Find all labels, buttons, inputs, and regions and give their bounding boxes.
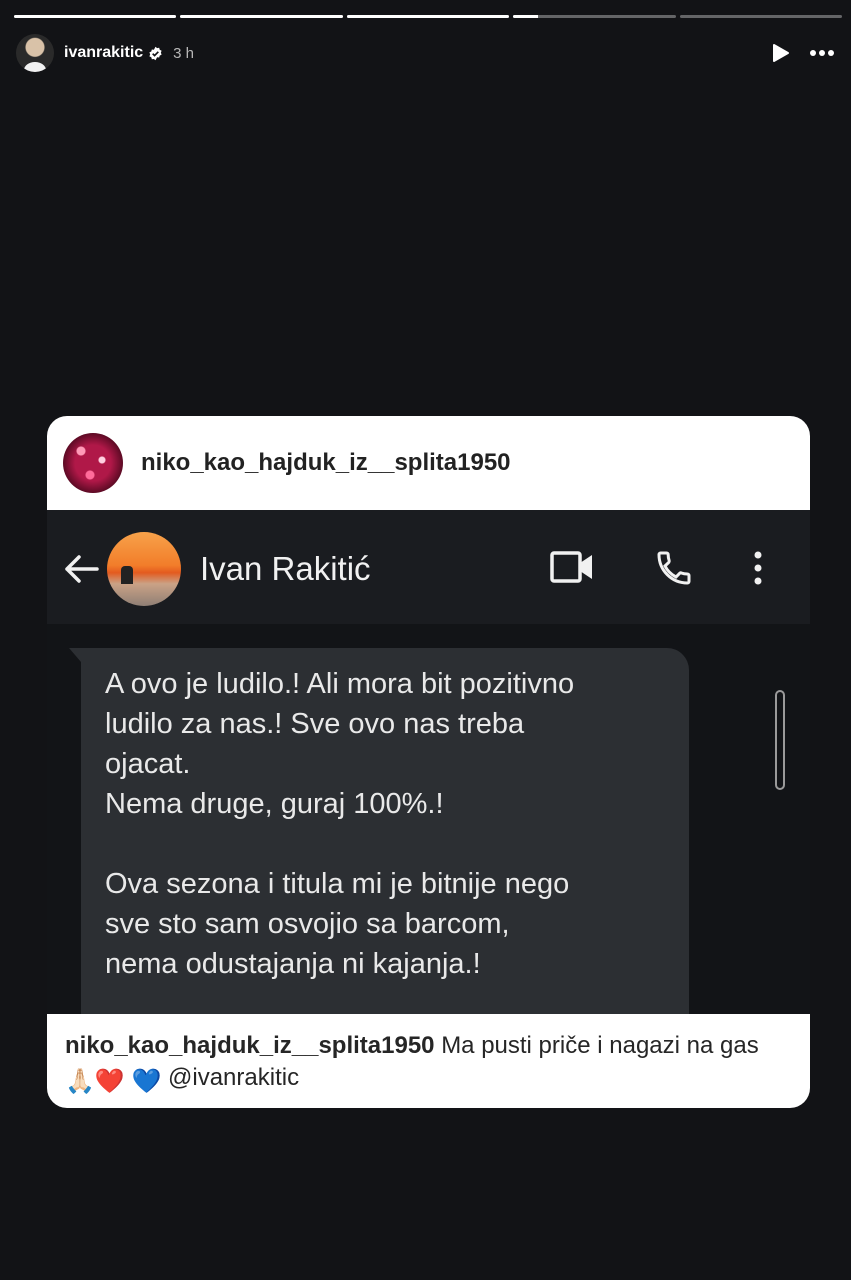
post-caption: niko_kao_hajduk_iz__splita1950 Ma pusti … [65,1030,770,1098]
story-username[interactable]: ivanrakitic [64,44,143,62]
video-call-icon [550,551,592,583]
scrollbar [775,690,785,790]
verified-badge-icon [149,46,162,60]
shared-post-card[interactable]: niko_kao_hajduk_iz__splita1950 Ivan Raki… [47,416,810,1108]
back-arrow-icon [65,555,99,583]
contact-avatar [107,532,181,606]
play-icon[interactable] [769,42,791,64]
story-header: ivanrakitic 3 h [16,33,835,73]
progress-fill [180,15,343,18]
message-bubble: A ovo je ludilo.! Ali mora bit pozitivno… [69,648,689,1014]
pray-emoji: 🙏🏻 [65,1068,95,1095]
message-text: A ovo je ludilo.! Ali mora bit pozitivno… [105,668,575,980]
profile-avatar[interactable] [16,34,54,72]
shared-post-avatar[interactable] [63,433,123,493]
chat-header: Ivan Rakitić [47,510,810,624]
progress-fill [513,15,538,18]
story-progress [14,15,843,18]
progress-segment [346,15,510,18]
progress-segment [513,15,676,18]
progress-segment [679,15,843,18]
phone-icon [657,551,691,585]
caption-mention[interactable]: @ivanrakitic [168,1064,299,1091]
caption-text: Ma pusti priče i nagazi na gas [441,1032,759,1059]
kebab-menu-icon [754,551,762,585]
more-options-icon[interactable] [809,49,835,57]
shared-post-header: niko_kao_hajduk_iz__splita1950 [47,416,810,510]
shared-post-author[interactable]: niko_kao_hajduk_iz__splita1950 [141,449,511,477]
progress-segment [14,15,177,18]
progress-segment [180,15,343,18]
story-timestamp: 3 h [173,44,195,62]
blue-heart-emoji: 💙 [131,1068,162,1095]
chat-screenshot: Ivan Rakitić A ovo je ludilo.! Ali mora … [47,510,810,1014]
progress-fill [14,15,177,18]
contact-name: Ivan Rakitić [200,550,371,587]
progress-fill [346,15,510,18]
story-actions [769,42,835,64]
red-heart-emoji: ❤️ [94,1068,125,1095]
caption-author[interactable]: niko_kao_hajduk_iz__splita1950 [65,1032,435,1059]
